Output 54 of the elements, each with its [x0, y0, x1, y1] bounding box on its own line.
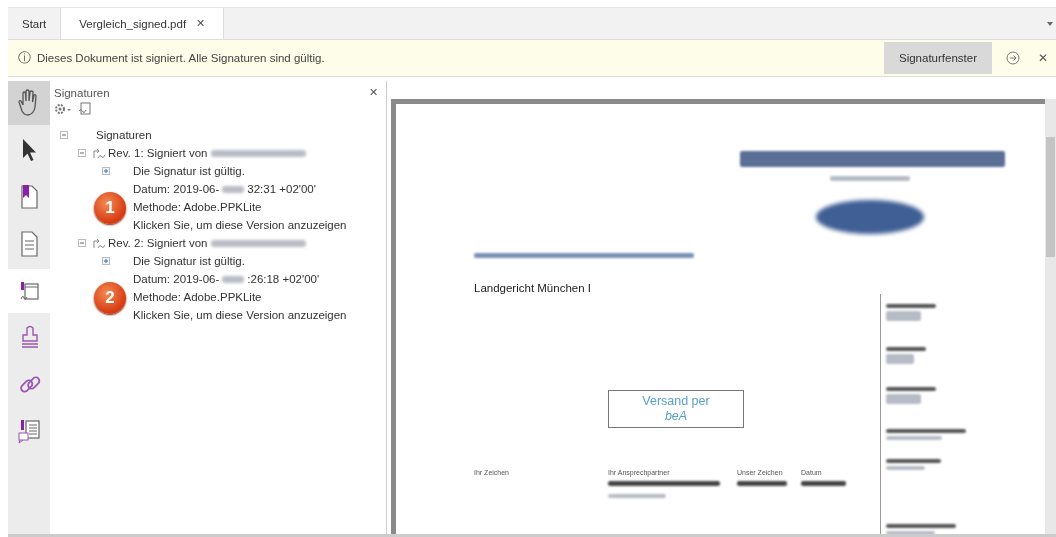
blurred-sidebar-text — [886, 436, 942, 440]
blurred-sidebar-text — [886, 354, 914, 364]
close-panel-icon[interactable]: ✕ — [369, 86, 378, 99]
scroll-bar[interactable] — [1045, 99, 1056, 534]
blurred-sidebar-text — [886, 347, 926, 351]
dropdown-caret-icon — [1046, 19, 1054, 28]
sidebar-tool-button[interactable] — [8, 81, 50, 125]
tree-item[interactable]: Rev. 1: Signiert von — [108, 147, 208, 159]
close-icon[interactable]: ✕ — [1038, 51, 1048, 65]
blurred-reference-value — [608, 494, 666, 498]
tree-item[interactable]: Signaturen — [96, 129, 152, 141]
step-badge: 1 — [94, 192, 126, 224]
tree-item[interactable]: Rev. 2: Signiert von — [108, 237, 208, 249]
tree-item[interactable]: Datum: 2019-06- — [133, 183, 220, 195]
collapse-icon[interactable] — [78, 239, 86, 247]
redacted-time — [222, 275, 245, 283]
tree-item[interactable]: Datum: 2019-06- — [133, 273, 220, 285]
blurred-sidebar-text — [886, 394, 921, 404]
blurred-sidebar-text — [886, 387, 936, 391]
blurred-sidebar-text — [886, 466, 925, 470]
tree-item[interactable]: Methode: Adobe.PPKLite — [133, 201, 262, 213]
collapse-icon[interactable] — [78, 149, 86, 157]
tree-item[interactable]: Klicken Sie, um diese Version anzuzeigen — [133, 219, 347, 231]
tree-item[interactable]: 32:31 +02'00' — [247, 183, 316, 195]
validate-icon — [78, 102, 92, 116]
tree-item[interactable]: Die Signatur ist gültig. — [133, 165, 245, 177]
gear-dropdown-icon — [54, 102, 72, 116]
expand-icon[interactable] — [102, 167, 110, 175]
blurred-sidebar-text — [886, 311, 921, 321]
tree-item[interactable]: :26:18 +02'00' — [247, 273, 320, 285]
tree-item[interactable]: Methode: Adobe.PPKLite — [133, 291, 262, 303]
blurred-reference-value — [737, 481, 787, 486]
expand-icon[interactable] — [102, 257, 110, 265]
dispatch-stamp: Versand per beA — [608, 390, 744, 428]
signature-panel-button[interactable]: Signaturfenster — [884, 42, 992, 74]
blurred-sidebar-text — [886, 524, 956, 528]
redacted-time — [222, 185, 245, 193]
document-tab[interactable]: Vergleich_signed.pdf ✕ — [61, 8, 225, 39]
blurred-sidebar-text — [886, 304, 936, 308]
blurred-sidebar-text — [886, 531, 935, 534]
blurred-reference-value — [801, 481, 846, 486]
arrow-circle-icon — [1006, 51, 1020, 65]
close-tab-icon[interactable]: ✕ — [196, 17, 206, 30]
step-badge: 2 — [94, 282, 126, 314]
tree-item[interactable]: Klicken Sie, um diese Version anzuzeigen — [133, 309, 347, 321]
recipient-text: Landgericht München I — [474, 282, 591, 294]
signature-pen-icon — [92, 237, 105, 249]
tree-item[interactable]: Die Signatur ist gültig. — [133, 255, 245, 267]
signature-pen-icon — [92, 147, 105, 159]
panel-title: Signaturen — [54, 86, 111, 99]
signature-status-message: Dieses Dokument ist signiert. Alle Signaturen sind gültig. — [37, 52, 326, 64]
collapse-icon[interactable] — [60, 131, 68, 139]
blurred-sidebar-text — [886, 459, 941, 463]
info-icon: ⓘ — [18, 49, 31, 67]
